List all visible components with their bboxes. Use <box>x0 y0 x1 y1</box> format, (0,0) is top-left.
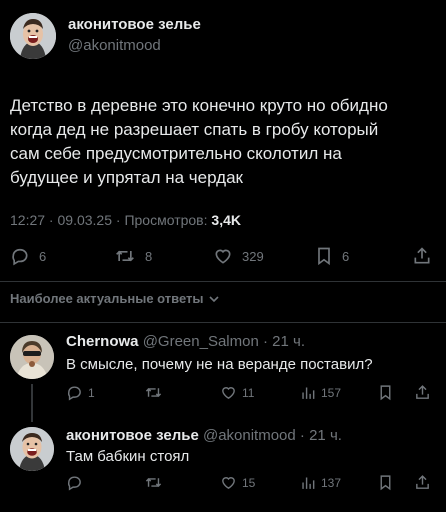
bookmark-icon <box>378 384 393 401</box>
thread-line <box>31 384 33 422</box>
repost-button[interactable] <box>144 384 163 401</box>
repost-icon <box>114 246 136 266</box>
chevron-down-icon <box>208 293 220 305</box>
views-button[interactable]: 137 <box>300 474 341 491</box>
post-time[interactable]: 12:27 <box>10 212 45 228</box>
like-icon <box>220 384 237 401</box>
bookmark-count: 6 <box>342 248 350 264</box>
divider <box>0 322 446 323</box>
post-text-line: Детство в деревне это конечно круто но о… <box>10 96 388 115</box>
reply-author-name[interactable]: Chernowa <box>66 333 139 350</box>
like-button[interactable]: 329 <box>213 246 264 266</box>
reply-text: Там бабкин стоял <box>66 448 190 465</box>
author-name[interactable]: аконитовое зелье <box>68 16 201 33</box>
like-button[interactable]: 15 <box>220 474 255 491</box>
reply-header: Chernowa @Green_Salmon · 21 ч. <box>66 333 305 350</box>
views-icon <box>300 384 316 401</box>
replies-sort-dropdown[interactable]: Наиболее актуальные ответы <box>10 291 220 306</box>
views-button[interactable]: 157 <box>300 384 341 401</box>
views-count: 137 <box>321 475 342 490</box>
reply-button[interactable] <box>66 474 83 491</box>
reply-icon <box>66 474 83 491</box>
author-avatar[interactable] <box>10 13 56 59</box>
reply-count: 6 <box>39 248 47 264</box>
like-icon <box>213 246 233 266</box>
views-label: Просмотров: <box>124 212 208 228</box>
bookmark-button[interactable] <box>378 474 393 491</box>
share-button[interactable] <box>414 384 431 401</box>
reply-author-name[interactable]: аконитовое зелье <box>66 427 199 444</box>
post-date[interactable]: 09.03.25 <box>58 212 113 228</box>
repost-count: 8 <box>145 248 153 264</box>
like-count: 15 <box>242 475 256 490</box>
repost-icon <box>144 384 163 401</box>
repost-icon <box>144 474 163 491</box>
bookmark-button[interactable]: 6 <box>315 246 349 266</box>
like-button[interactable]: 11 <box>220 384 254 401</box>
reply-author-handle[interactable]: @akonitmood <box>203 427 296 444</box>
views-count: 3,4K <box>211 212 241 228</box>
author-handle[interactable]: @akonitmood <box>68 37 161 54</box>
reply-button[interactable]: 1 <box>66 384 95 401</box>
post-text-line: будущее и упрятал на чердак <box>10 168 243 187</box>
bookmark-icon <box>315 246 333 266</box>
reply-avatar[interactable] <box>10 427 54 471</box>
like-count: 329 <box>242 248 264 264</box>
reply-avatar[interactable] <box>10 335 54 379</box>
reply-age[interactable]: 21 ч. <box>272 333 305 350</box>
repost-button[interactable]: 8 <box>114 246 152 266</box>
share-icon <box>414 474 431 491</box>
reply-icon <box>66 384 83 401</box>
post-text-line: сам себе предусмотрительно сколотил на <box>10 144 342 163</box>
replies-sort-label: Наиболее актуальные ответы <box>10 291 204 306</box>
post-text: Детство в деревне это конечно круто но о… <box>10 94 388 190</box>
divider <box>0 281 446 282</box>
share-icon <box>414 384 431 401</box>
post-meta: 12:27 · 09.03.25 · Просмотров: 3,4K <box>10 212 241 228</box>
bookmark-icon <box>378 474 393 491</box>
reply-text: В смысле, почему не на веранде поставил? <box>66 356 373 373</box>
share-icon <box>412 246 432 266</box>
reply-count: 1 <box>88 385 95 400</box>
like-icon <box>220 474 237 491</box>
reply-button[interactable]: 6 <box>10 246 46 266</box>
reply-author-handle[interactable]: @Green_Salmon <box>143 333 259 350</box>
share-button[interactable] <box>412 246 432 266</box>
like-count: 11 <box>242 385 255 400</box>
post-text-line: когда дед не разрешает спать в гробу кот… <box>10 120 379 139</box>
reply-header: аконитовое зелье @akonitmood · 21 ч. <box>66 427 342 444</box>
share-button[interactable] <box>414 474 431 491</box>
reply-icon <box>10 246 30 266</box>
bookmark-button[interactable] <box>378 384 393 401</box>
views-count: 157 <box>321 385 342 400</box>
reply-age[interactable]: 21 ч. <box>309 427 342 444</box>
views-icon <box>300 474 316 491</box>
repost-button[interactable] <box>144 474 163 491</box>
